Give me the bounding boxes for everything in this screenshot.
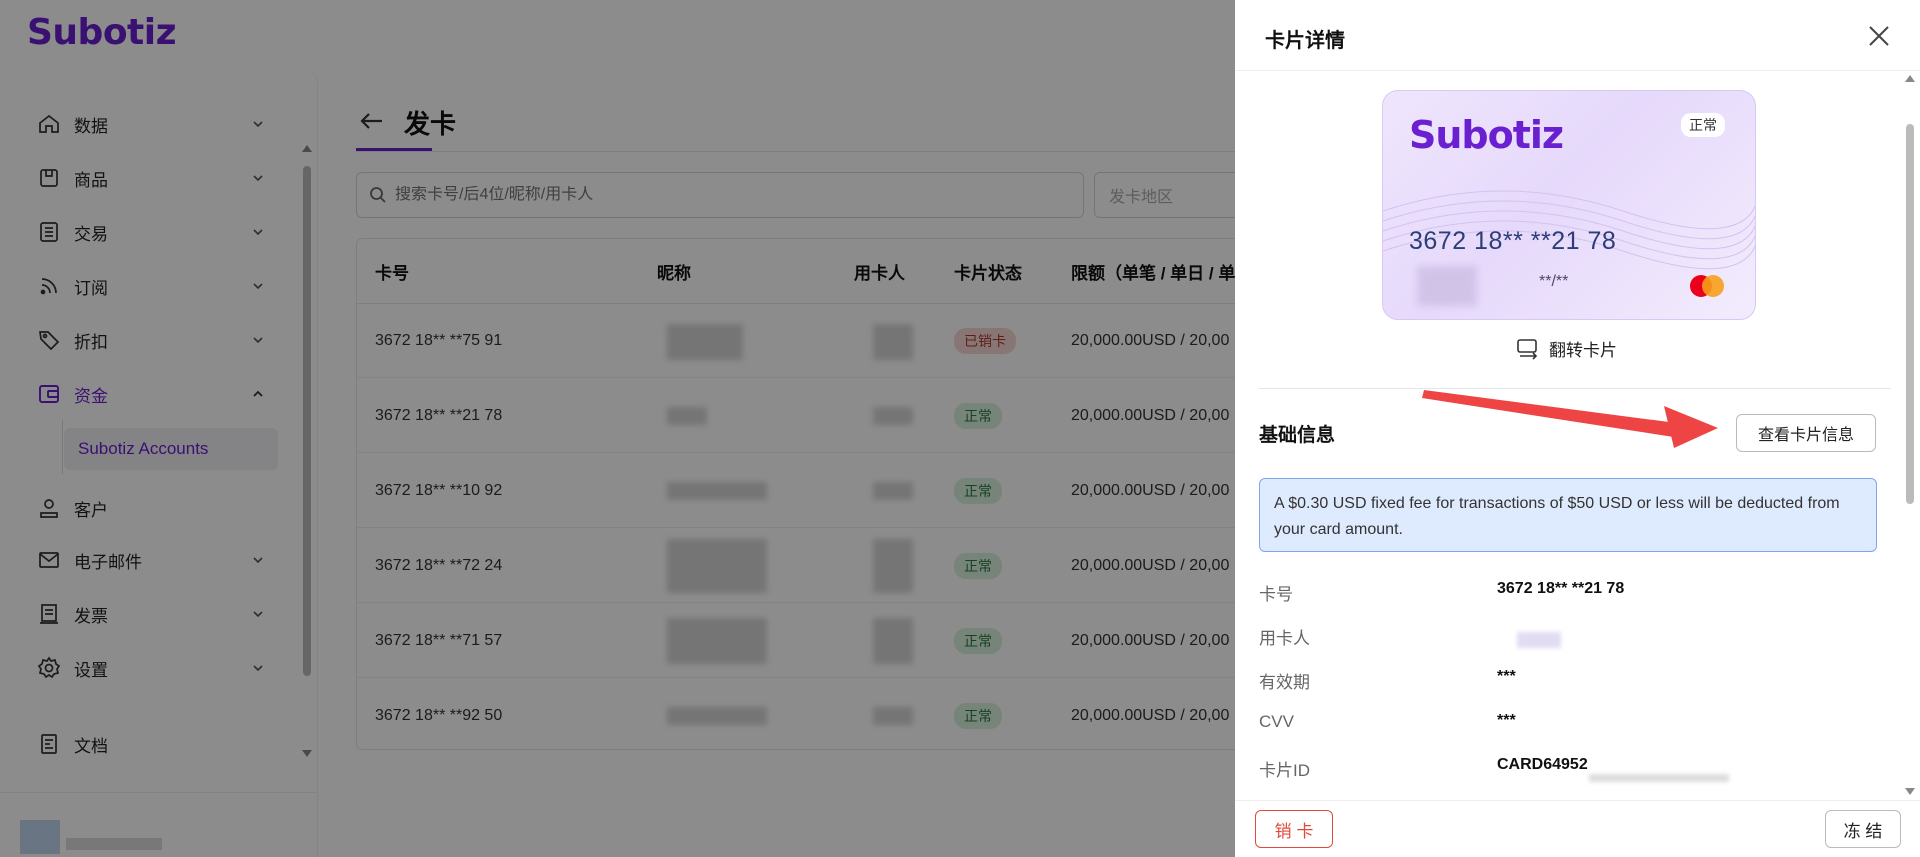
close-icon[interactable] (1865, 22, 1893, 50)
field-label-cardholder: 用卡人 (1259, 629, 1310, 648)
card-number: 3672 18** **21 78 (1409, 227, 1617, 255)
modal-overlay[interactable] (0, 0, 1235, 857)
drawer-scroll-thumb[interactable] (1906, 124, 1914, 504)
card-brand-logo: Subotiz (1409, 113, 1564, 157)
field-value-card-number: 3672 18** **21 78 (1497, 580, 1625, 597)
scroll-down-icon[interactable] (1903, 784, 1917, 798)
flip-card-label: 翻转卡片 (1549, 341, 1617, 360)
field-label-card-number: 卡号 (1259, 585, 1293, 604)
view-card-info-button[interactable]: 查看卡片信息 (1736, 414, 1876, 452)
field-value-expiry: *** (1497, 668, 1516, 685)
field-label-card-id: 卡片ID (1259, 761, 1310, 780)
scroll-up-icon[interactable] (1903, 72, 1917, 86)
field-label-cvv: CVV (1259, 712, 1294, 731)
card-preview: Subotiz 正常 3672 18** **21 78 **/** (1382, 90, 1756, 320)
field-value-cvv: *** (1497, 712, 1516, 729)
card-id-redacted (1589, 774, 1729, 782)
flip-card-button[interactable]: 翻转卡片 (1515, 336, 1617, 361)
mastercard-logo-icon (1690, 275, 1724, 297)
card-expiry: **/** (1539, 273, 1569, 290)
section-title-basic-info: 基础信息 (1259, 425, 1336, 446)
drawer-scrollbar[interactable] (1903, 72, 1917, 798)
card-detail-drawer: 卡片详情 Subotiz 正常 3672 18** **21 78 **/** … (1235, 0, 1920, 857)
app: Subotiz 数据 商品 交易 订阅 折扣 资金 Subotiz Accoun… (0, 0, 1920, 857)
cardholder-redacted (1417, 266, 1477, 306)
field-value-card-id: CARD64952 (1497, 756, 1588, 773)
fee-notice: A $0.30 USD fixed fee for transactions o… (1259, 478, 1877, 552)
flip-card-icon (1517, 338, 1538, 360)
card-status-badge: 正常 (1681, 113, 1725, 137)
freeze-card-button[interactable]: 冻 结 (1825, 810, 1901, 848)
field-label-expiry: 有效期 (1259, 673, 1310, 692)
drawer-title: 卡片详情 (1265, 30, 1345, 52)
cancel-card-button[interactable]: 销 卡 (1255, 810, 1333, 848)
cardholder-redacted (1517, 632, 1561, 648)
